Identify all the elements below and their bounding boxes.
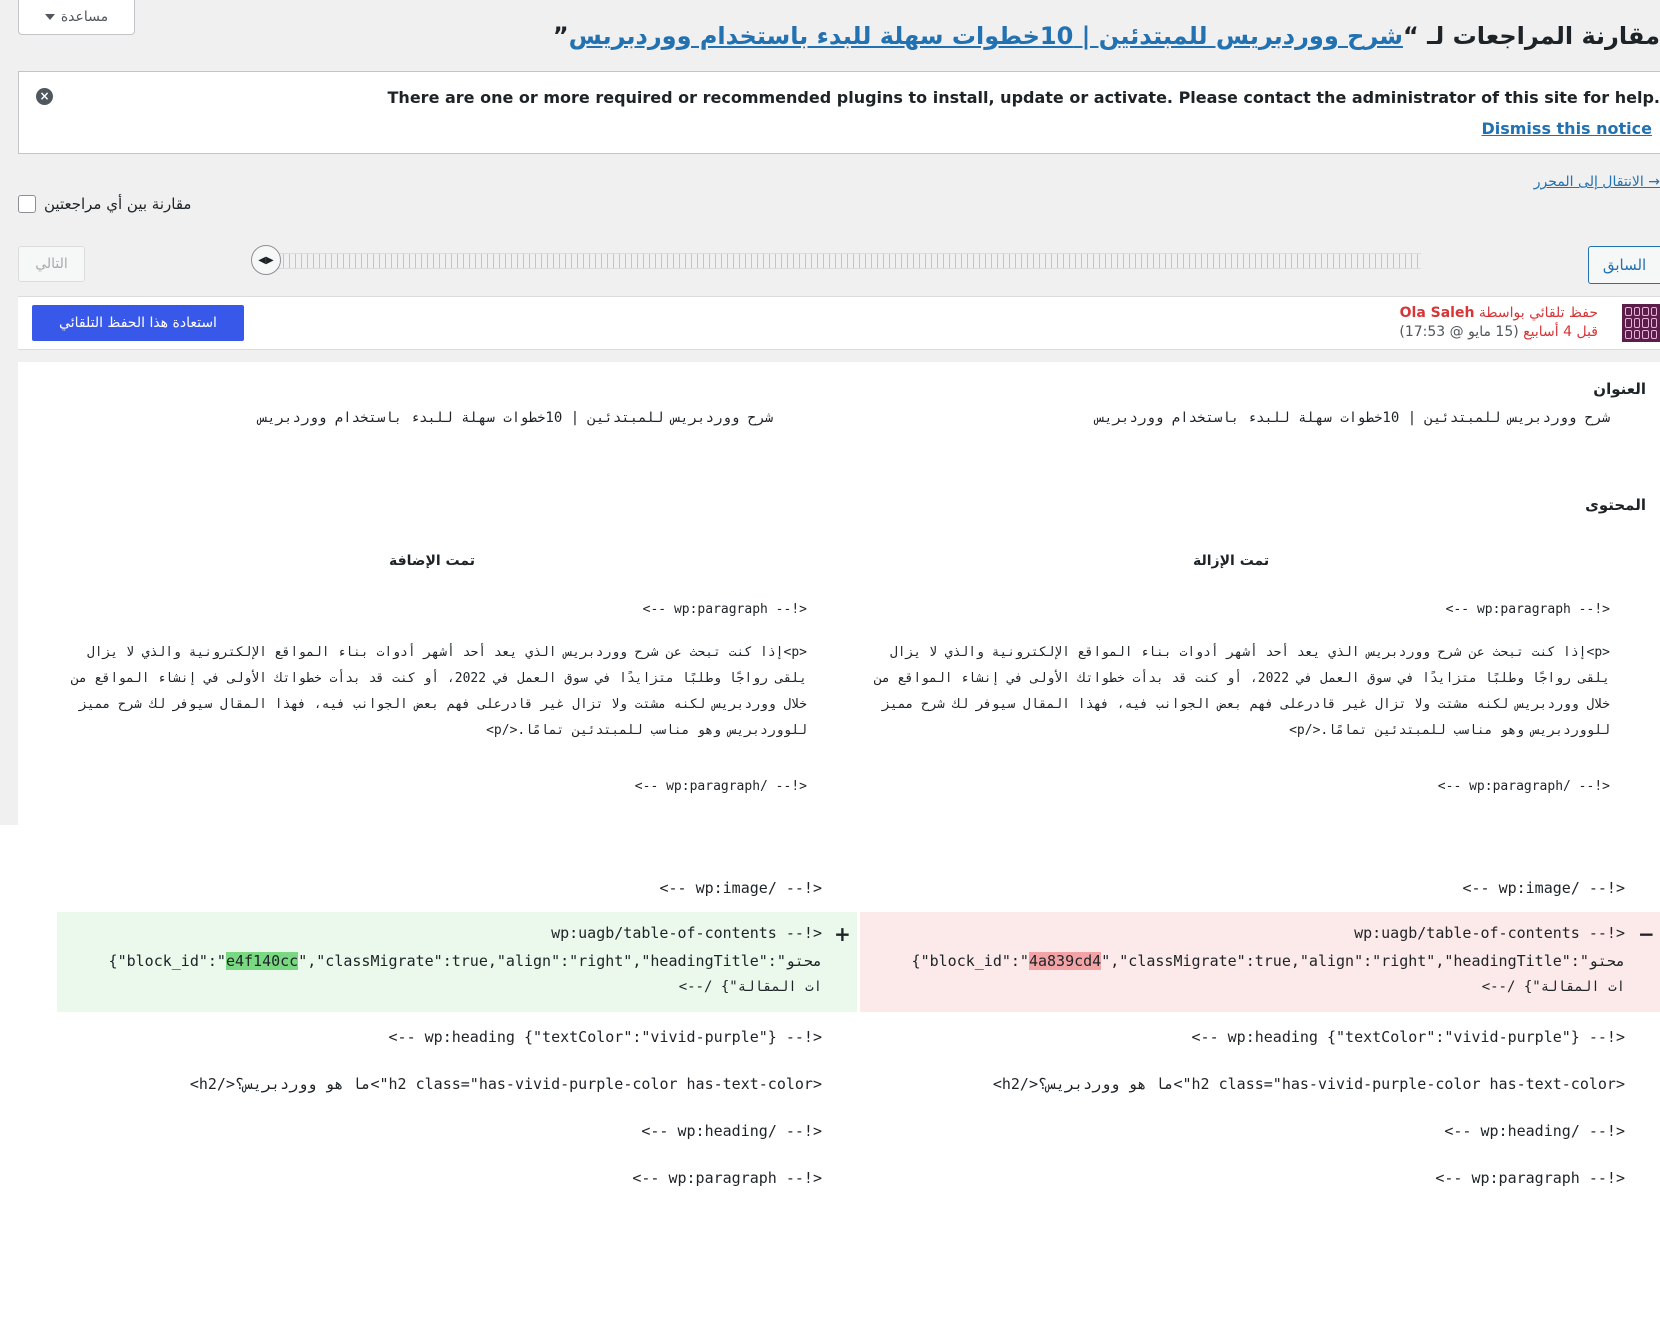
removed-sign: − xyxy=(1638,922,1655,946)
added-sign: + xyxy=(834,922,851,946)
post-title-link[interactable]: شرح ووردبريس للمبتدئين | 10خطوات سهلة لل… xyxy=(569,22,1403,50)
help-label: مساعدة xyxy=(60,9,109,25)
compare-any-checkbox[interactable] xyxy=(18,195,36,213)
revision-byline: حفظ تلقائي بواسطة Ola Saleh قبل 4 أسابيع… xyxy=(1399,304,1598,342)
close-icon[interactable]: × xyxy=(36,88,53,105)
title-removed-text: شرح ووردبريس للمبتدئين | 10خطوات سهلة لل… xyxy=(1095,410,1610,426)
added-h2-line: <h2 class="has-vivid-purple-color has-te… xyxy=(189,1075,822,1093)
removed-h2-line: <h2 class="has-vivid-purple-color has-te… xyxy=(992,1075,1625,1093)
help-button[interactable]: مساعدة xyxy=(18,0,135,35)
dismiss-notice-link[interactable]: Dismiss this notice xyxy=(1481,119,1652,138)
revisions-slider-track[interactable] xyxy=(253,253,1421,269)
removed-image-close: <!-- /wp:image --> xyxy=(1462,879,1625,897)
removed-toc-tail: ات المقالة"} /--> xyxy=(1481,979,1625,995)
chevron-down-icon xyxy=(44,14,55,20)
slider-handle-icon[interactable]: ◀▶ xyxy=(251,245,281,275)
page-title: مقارنة المراجعات لـ “شرح ووردبريس للمبتد… xyxy=(553,22,1660,50)
content-section-heading: المحتوى xyxy=(1585,496,1646,514)
added-image-close: <!-- /wp:image --> xyxy=(659,879,822,897)
plugin-notice: × There are one or more required or reco… xyxy=(18,71,1660,154)
removed-toc-attrs: {"block_id":"4a839cd4","classMigrate":tr… xyxy=(912,948,1625,974)
page-title-prefix: مقارنة المراجعات لـ “ xyxy=(1402,22,1660,50)
toc-attrs-post: ","classMigrate":true,"align":"right","h… xyxy=(1101,952,1625,970)
removed-paragraph-open-2: <!-- wp:paragraph --> xyxy=(1435,1169,1625,1187)
author-name: Ola Saleh xyxy=(1399,305,1475,321)
added-block-id: e4f140cc xyxy=(225,952,299,970)
page-title-suffix: ” xyxy=(552,22,569,50)
next-revision-button[interactable]: التالي xyxy=(18,246,85,282)
added-heading-open: <!-- wp:heading {"textColor":"vivid-purp… xyxy=(388,1028,822,1046)
toc-attrs-post: ","classMigrate":true,"align":"right","h… xyxy=(298,952,822,970)
removed-toc-open: <!-- wp:uagb/table-of-contents xyxy=(1354,924,1625,942)
added-paragraph-open: <!-- wp:paragraph --> xyxy=(642,602,807,617)
notice-text: There are one or more required or recomm… xyxy=(387,88,1660,107)
toc-attrs-pre: {"block_id":" xyxy=(108,952,226,970)
diff-container xyxy=(18,362,1660,825)
added-toc-attrs: {"block_id":"e4f140cc","classMigrate":tr… xyxy=(109,948,822,974)
removed-paragraph-text: <p>إذا كنت تبحث عن شرح ووردبريس الذي يعد… xyxy=(874,645,1610,738)
previous-revision-button[interactable]: السابق xyxy=(1588,246,1660,284)
compare-any-revisions[interactable]: مقارنة بين أي مراجعتين xyxy=(18,195,191,213)
removed-paragraph-open: <!-- wp:paragraph --> xyxy=(1445,602,1610,617)
restore-autosave-button[interactable]: استعادة هذا الحفظ التلقائي xyxy=(32,305,244,341)
removed-column-heading: تمت الإزالة xyxy=(1193,553,1270,569)
added-paragraph-open-2: <!-- wp:paragraph --> xyxy=(632,1169,822,1187)
title-section-heading: العنوان xyxy=(1593,380,1646,398)
revision-date: (15 مايو @ 17:53) xyxy=(1399,324,1519,340)
byline-prefix: حفظ تلقائي بواسطة xyxy=(1478,305,1598,321)
added-column-heading: تمت الإضافة xyxy=(389,553,476,569)
toc-attrs-pre: {"block_id":" xyxy=(911,952,1029,970)
removed-block-id: 4a839cd4 xyxy=(1028,952,1102,970)
removed-heading-close: <!-- /wp:heading --> xyxy=(1444,1122,1625,1140)
avatar xyxy=(1622,304,1660,342)
added-toc-tail: ات المقالة"} /--> xyxy=(678,979,822,995)
go-to-editor-link[interactable]: → الانتقال إلى المحرر xyxy=(1534,174,1660,190)
added-paragraph-text: <p>إذا كنت تبحث عن شرح ووردبريس الذي يعد… xyxy=(71,645,807,738)
removed-heading-open: <!-- wp:heading {"textColor":"vivid-purp… xyxy=(1191,1028,1625,1046)
compare-any-label: مقارنة بين أي مراجعتين xyxy=(44,195,192,213)
added-heading-close: <!-- /wp:heading --> xyxy=(641,1122,822,1140)
title-added-text: شرح ووردبريس للمبتدئين | 10خطوات سهلة لل… xyxy=(258,410,773,426)
added-toc-open: <!-- wp:uagb/table-of-contents xyxy=(551,924,822,942)
removed-paragraph-close: <!-- /wp:paragraph --> xyxy=(1437,779,1610,794)
time-ago: قبل 4 أسابيع xyxy=(1523,324,1598,340)
added-paragraph-close: <!-- /wp:paragraph --> xyxy=(634,779,807,794)
